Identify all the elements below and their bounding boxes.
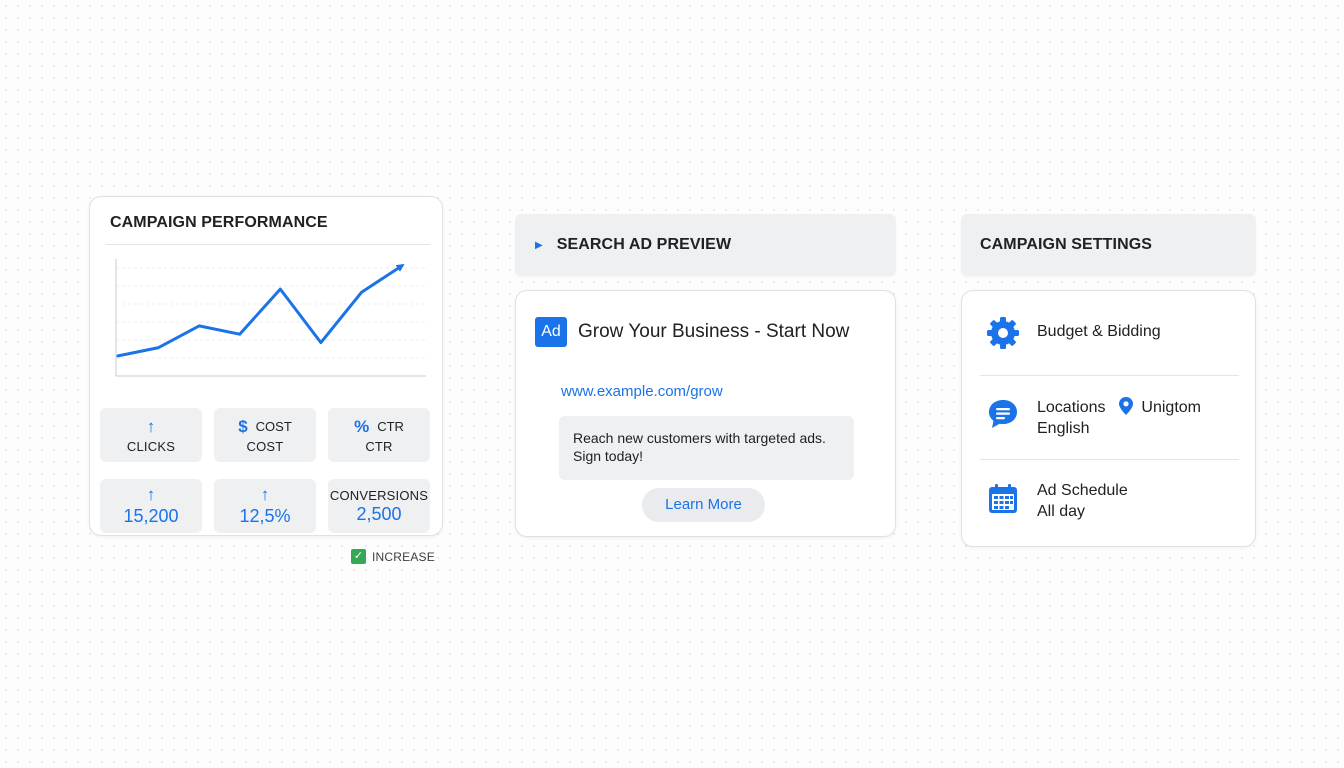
location-pin-icon bbox=[1118, 397, 1133, 415]
setting-text: Locations Unigtom English bbox=[1037, 397, 1201, 439]
metric-ctr-value-tile[interactable]: ↑ 12,5% bbox=[214, 479, 316, 533]
dollar-icon: $ bbox=[238, 416, 248, 436]
search-ad-preview-header[interactable]: ▶ SEARCH AD PREVIEW bbox=[515, 214, 896, 276]
metric-cost[interactable]: $ COST COST bbox=[214, 408, 316, 462]
performance-line-chart bbox=[115, 259, 426, 377]
metric-value: 2,500 bbox=[356, 503, 402, 524]
setting-ad-schedule[interactable]: Ad Schedule All day bbox=[980, 477, 1239, 527]
metric-label: COST bbox=[246, 438, 284, 454]
metric-caption: COST bbox=[255, 419, 292, 434]
divider bbox=[980, 375, 1239, 376]
metric-caption: CTR bbox=[377, 419, 404, 434]
search-ad-preview-title: SEARCH AD PREVIEW bbox=[556, 236, 732, 253]
campaign-performance-card: CAMPAIGN PERFORMANCE ↑ CLICKS $ COST COS… bbox=[89, 196, 443, 536]
ad-headline[interactable]: Grow Your Business - Start Now bbox=[578, 321, 849, 343]
metric-clicks[interactable]: ↑ CLICKS bbox=[100, 408, 202, 462]
language-value: English bbox=[1037, 420, 1090, 437]
setting-budget-bidding[interactable]: Budget & Bidding bbox=[980, 315, 1239, 357]
ad-display-url[interactable]: www.example.com/grow bbox=[561, 383, 723, 400]
calendar-icon bbox=[989, 484, 1017, 513]
metric-label: CLICKS bbox=[126, 438, 176, 454]
gear-icon bbox=[987, 317, 1019, 349]
arrow-up-icon: ↑ bbox=[260, 485, 270, 504]
metric-label: CTR bbox=[365, 438, 393, 454]
campaign-settings-header: CAMPAIGN SETTINGS bbox=[961, 214, 1256, 276]
arrow-up-icon: ↑ bbox=[146, 485, 156, 504]
percent-icon: % bbox=[354, 416, 370, 436]
setting-text: Ad Schedule All day bbox=[1037, 480, 1128, 522]
expand-triangle-icon[interactable]: ▶ bbox=[535, 240, 543, 251]
metric-label: CONVERSIONS bbox=[329, 487, 429, 503]
check-icon: ✓ bbox=[351, 549, 366, 564]
ad-description: Reach new customers with targeted ads. S… bbox=[559, 416, 854, 480]
campaign-settings-title: CAMPAIGN SETTINGS bbox=[980, 236, 1153, 253]
location-value: Unigtom bbox=[1141, 399, 1201, 416]
setting-detail: All day bbox=[1037, 503, 1086, 520]
divider bbox=[106, 244, 430, 245]
campaign-performance-title: CAMPAIGN PERFORMANCE bbox=[110, 214, 328, 231]
ad-badge: Ad bbox=[535, 317, 567, 347]
metric-ctr[interactable]: % CTR CTR bbox=[328, 408, 430, 462]
increase-indicator: ✓ INCREASE bbox=[351, 549, 435, 564]
campaign-settings-card: Budget & Bidding Locations Unigtom Engli… bbox=[961, 290, 1256, 547]
metric-conversions[interactable]: CONVERSIONS 2,500 bbox=[328, 479, 430, 533]
setting-label: Locations bbox=[1037, 399, 1106, 416]
metric-value: 15,200 bbox=[123, 506, 179, 526]
metric-value: 12,5% bbox=[239, 506, 291, 526]
chat-icon bbox=[989, 400, 1017, 428]
arrow-up-icon: ↑ bbox=[146, 416, 156, 436]
search-ad-card: Ad Grow Your Business - Start Now www.ex… bbox=[515, 290, 896, 537]
series-line bbox=[116, 264, 405, 358]
metric-clicks-value-tile[interactable]: ↑ 15,200 bbox=[100, 479, 202, 533]
setting-label: Budget & Bidding bbox=[1037, 323, 1161, 340]
divider bbox=[980, 459, 1239, 460]
increase-label: INCREASE bbox=[372, 549, 435, 564]
setting-label: Ad Schedule bbox=[1037, 482, 1128, 499]
learn-more-button[interactable]: Learn More bbox=[642, 488, 765, 522]
setting-locations[interactable]: Locations Unigtom English bbox=[980, 393, 1239, 443]
